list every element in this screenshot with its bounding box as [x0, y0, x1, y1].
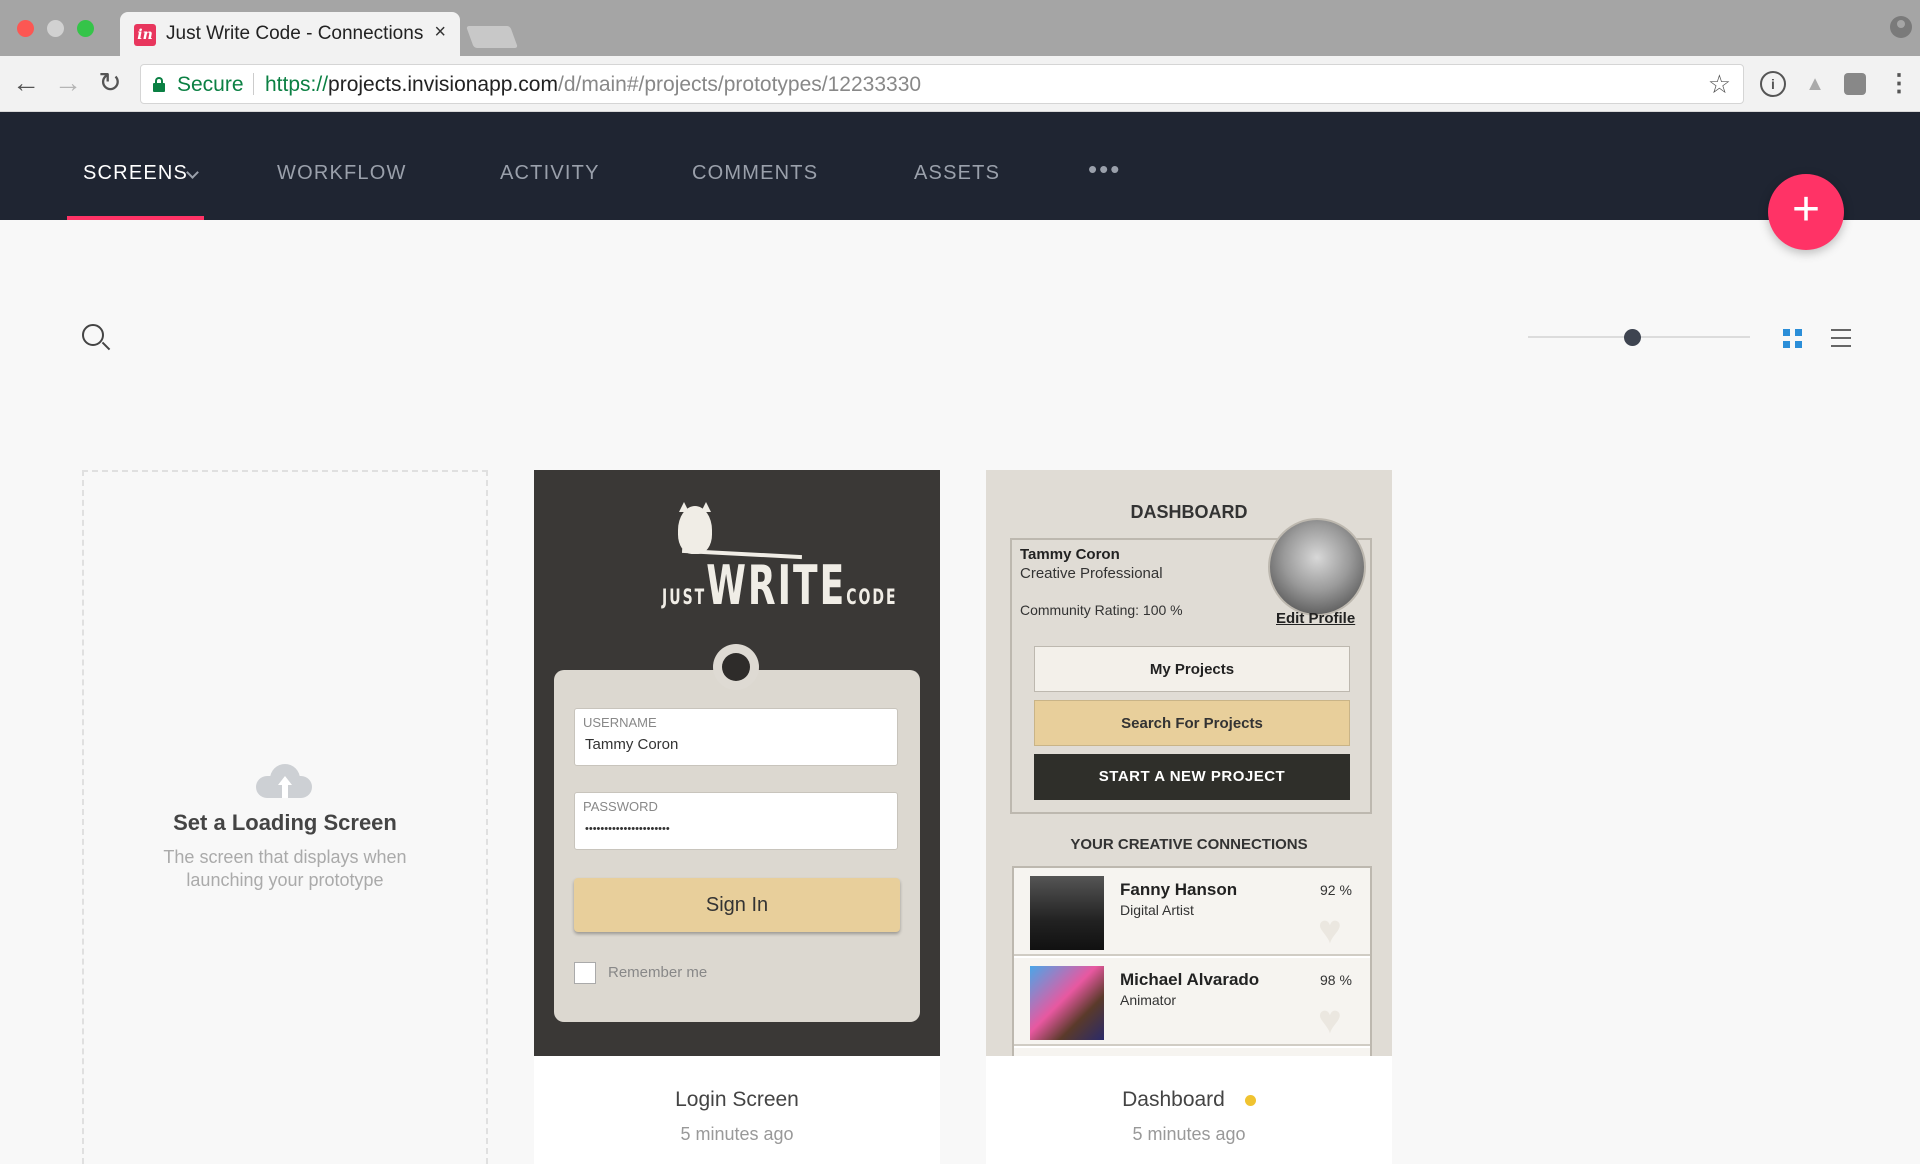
active-tab-indicator	[67, 216, 204, 220]
list-item: Michael Alvarado Animator 98 % ♥	[1014, 958, 1370, 1046]
loading-card-subtitle: The screen that displays when launching …	[163, 847, 407, 890]
profile-avatar	[1268, 518, 1366, 616]
screen-timestamp: 5 minutes ago	[680, 1124, 794, 1144]
dashboard-thumbnail[interactable]: DASHBOARD Tammy Coron Creative Professio…	[986, 470, 1392, 1056]
url-path: /d/main#/projects/prototypes/12233330	[557, 73, 922, 96]
just-write-code-logo: JUSTWRITECODE	[662, 502, 896, 632]
sign-in-button: Sign In	[574, 878, 900, 932]
browser-toolbar: ← → ↻ Secure https://projects.invisionap…	[0, 56, 1920, 112]
connection-percent: 92 %	[1320, 882, 1352, 898]
password-label: PASSWORD	[583, 799, 658, 814]
connection-name: Michael Alvarado	[1120, 970, 1260, 989]
logo-just: JUST	[662, 586, 707, 610]
tab-assets[interactable]: ASSETS	[914, 162, 1000, 185]
profile-role: Creative Professional	[1020, 565, 1163, 582]
remember-me-label: Remember me	[608, 964, 708, 981]
my-projects-button: My Projects	[1034, 646, 1350, 692]
new-tab-button[interactable]	[465, 26, 519, 48]
connection-percent: 98 %	[1320, 972, 1352, 988]
reload-icon[interactable]: ↻	[94, 68, 126, 98]
app-header: SCREENS WORKFLOW ACTIVITY COMMENTS ASSET…	[0, 112, 1920, 220]
connection-name: Fanny Hanson	[1120, 880, 1238, 899]
browser-tab[interactable]: in Just Write Code - Connections ×	[120, 12, 460, 56]
connections-list: Fanny Hanson Digital Artist 92 % ♥ Micha…	[1012, 866, 1372, 1056]
screen-card-dashboard[interactable]: DASHBOARD Tammy Coron Creative Professio…	[986, 470, 1392, 1164]
profile-rating: Community Rating: 100 %	[1020, 602, 1183, 618]
profile-name: Tammy Coron	[1020, 546, 1120, 563]
edit-profile-link: Edit Profile	[1276, 610, 1356, 627]
list-view-icon[interactable]	[1831, 328, 1851, 348]
avatar	[1030, 876, 1104, 950]
window-maximize-button[interactable]	[77, 20, 94, 37]
bookmark-star-icon[interactable]: ☆	[1708, 69, 1731, 100]
url-text[interactable]: https://projects.invisionapp.com/d/main#…	[265, 73, 921, 97]
search-projects-button: Search For Projects	[1034, 700, 1350, 746]
tab-close-icon[interactable]: ×	[434, 21, 446, 44]
tab-screens[interactable]: SCREENS	[83, 162, 188, 185]
screen-card-login[interactable]: JUSTWRITECODE USERNAME Tammy Coron PASSW…	[534, 470, 940, 1164]
search-icon[interactable]	[82, 324, 111, 352]
heart-icon: ♥	[1318, 908, 1342, 952]
avatar	[1030, 966, 1104, 1040]
screen-timestamp: 5 minutes ago	[1132, 1124, 1246, 1144]
status-dot-icon	[1244, 1094, 1256, 1106]
loading-screen-card[interactable]: Set a Loading Screen The screen that dis…	[82, 470, 488, 1164]
tab-activity[interactable]: ACTIVITY	[500, 162, 600, 185]
remember-me-checkbox	[574, 962, 596, 984]
cloud-upload-icon	[256, 760, 312, 800]
password-extension-icon[interactable]: i	[1760, 71, 1786, 97]
back-arrow-icon[interactable]: ←	[10, 68, 42, 98]
browser-titlebar: in Just Write Code - Connections ×	[0, 0, 1920, 56]
username-value: Tammy Coron	[585, 736, 679, 753]
window-close-button[interactable]	[17, 20, 34, 37]
drive-extension-icon[interactable]: ▲	[1802, 71, 1828, 97]
heart-icon: ♥	[1318, 998, 1342, 1042]
tab-comments[interactable]: COMMENTS	[692, 162, 818, 185]
grid-view-icon[interactable]	[1783, 329, 1803, 349]
screen-title-text: Dashboard	[1122, 1088, 1225, 1111]
slider-handle[interactable]	[1624, 329, 1641, 346]
screen-title[interactable]: Login Screen	[534, 1088, 940, 1112]
window-minimize-button[interactable]	[47, 20, 64, 37]
loading-card-title: Set a Loading Screen	[173, 810, 397, 835]
login-screen-thumbnail[interactable]: JUSTWRITECODE USERNAME Tammy Coron PASSW…	[534, 470, 940, 1056]
url-host: projects.invisionapp.com	[328, 73, 558, 96]
address-bar[interactable]: Secure https://projects.invisionapp.com/…	[140, 64, 1744, 104]
forward-arrow-icon[interactable]: →	[52, 68, 84, 98]
badge-ring-icon	[713, 644, 759, 690]
tab-workflow[interactable]: WORKFLOW	[277, 162, 407, 185]
url-protocol: https://	[265, 73, 329, 96]
lock-icon	[153, 77, 165, 92]
username-field: USERNAME Tammy Coron	[574, 708, 898, 766]
password-field: PASSWORD ••••••••••••••••••••••	[574, 792, 898, 850]
extension-icon[interactable]	[1844, 73, 1866, 95]
tab-title: Just Write Code - Connections	[166, 23, 424, 44]
address-separator	[253, 73, 254, 95]
more-options-icon[interactable]: •••	[1088, 154, 1121, 185]
start-project-button: START A NEW PROJECT	[1034, 754, 1350, 800]
username-label: USERNAME	[583, 715, 657, 730]
list-item	[1014, 1048, 1370, 1056]
browser-profile-icon[interactable]	[1890, 16, 1912, 38]
screen-title[interactable]: Dashboard	[986, 1088, 1392, 1112]
connections-heading: YOUR CREATIVE CONNECTIONS	[1070, 836, 1308, 853]
logo-code: CODE	[846, 586, 898, 610]
list-item: Fanny Hanson Digital Artist 92 % ♥	[1014, 868, 1370, 956]
login-panel: USERNAME Tammy Coron PASSWORD ••••••••••…	[554, 670, 920, 1022]
invision-favicon-icon: in	[134, 24, 156, 46]
password-value: ••••••••••••••••••••••	[585, 823, 670, 835]
add-screen-button[interactable]: +	[1768, 174, 1844, 250]
browser-menu-icon[interactable]: ⋮	[1886, 71, 1912, 97]
connection-role: Digital Artist	[1120, 902, 1194, 918]
logo-write: WRITE	[706, 556, 847, 618]
secure-label: Secure	[177, 73, 244, 96]
connection-role: Animator	[1120, 992, 1177, 1008]
